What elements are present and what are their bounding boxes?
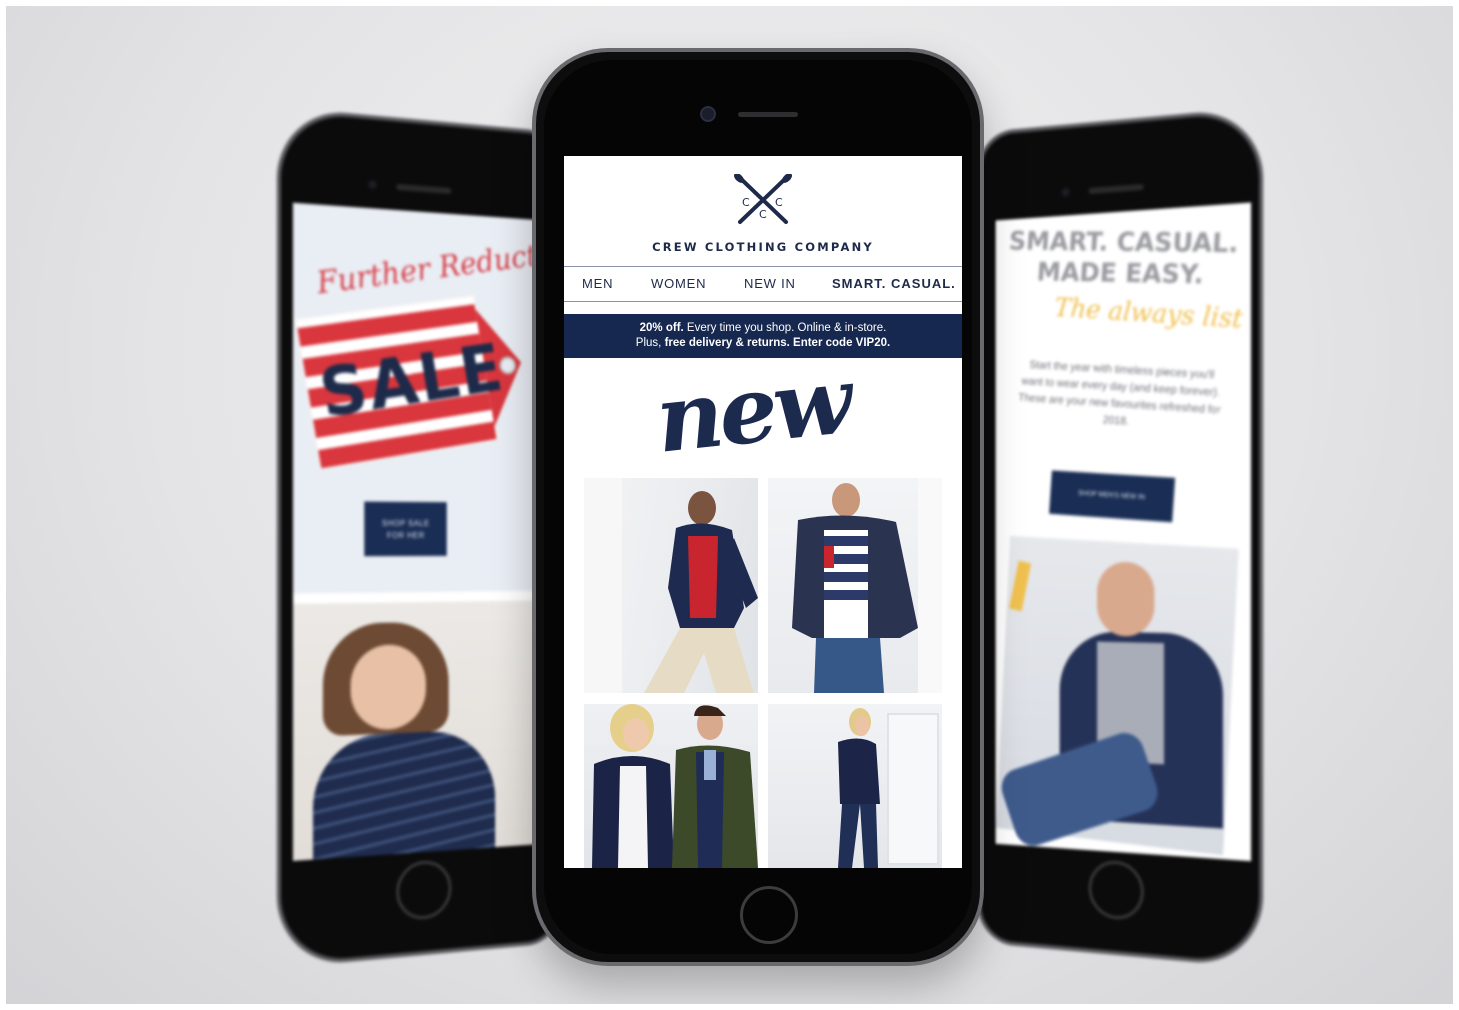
heading-line-1: SMART. CASUAL. — [1008, 226, 1240, 260]
logo-letter-c: C — [742, 196, 750, 209]
left-phone-screen: Further Reductions SALE SHOP SALE FOR HE… — [292, 202, 549, 861]
earpiece-speaker — [396, 183, 452, 195]
right-phone-mockup: SMART. CASUAL. MADE EASY. The always lis… — [977, 106, 1264, 969]
nav-smart-casual[interactable]: SMART. CASUAL. — [832, 267, 956, 301]
smart-casual-heading: SMART. CASUAL. MADE EASY. — [996, 227, 1251, 293]
shop-sale-for-her-button[interactable]: SHOP SALE FOR HER — [364, 501, 447, 557]
earpiece-speaker — [738, 112, 798, 117]
product-tile-couple-outerwear[interactable] — [584, 704, 758, 868]
sale-banner: Further Reductions SALE SHOP SALE FOR HE… — [292, 202, 549, 594]
left-phone-mockup: Further Reductions SALE SHOP SALE FOR HE… — [276, 106, 563, 969]
nav-new-in[interactable]: NEW IN — [744, 267, 796, 301]
center-phone-mockup: C C C CREW CLOTHING COMPANY MEN WOMEN NE… — [532, 48, 984, 966]
always-list-script: The always list — [1053, 293, 1245, 335]
home-button — [396, 859, 452, 922]
nav-men[interactable]: MEN — [582, 267, 613, 301]
shop-mens-new-in-button[interactable]: SHOP MEN'S NEW IN — [1049, 470, 1176, 523]
home-button — [1088, 859, 1144, 922]
sale-tag-graphic: SALE — [293, 290, 531, 471]
front-camera-icon — [368, 179, 377, 190]
earpiece-speaker — [1088, 183, 1144, 195]
product-tile-men-puffer-jacket[interactable] — [768, 478, 942, 693]
brand-name: CREW CLOTHING COMPANY — [652, 240, 874, 254]
home-button[interactable] — [740, 886, 798, 944]
product-tile-women-puffer[interactable] — [768, 704, 942, 868]
promo-banner[interactable]: 20% off. Every time you shop. Online & i… — [564, 314, 962, 358]
intro-paragraph: Start the year with timeless pieces you'… — [1017, 359, 1222, 428]
logo-letter-c: C — [775, 196, 783, 209]
heading-line-2: MADE EASY. — [1036, 257, 1205, 291]
front-camera-icon — [700, 106, 716, 122]
shop-sale-button-line1: SHOP SALE — [381, 518, 430, 529]
promo-line-1: 20% off. Every time you shop. Online & i… — [639, 322, 887, 334]
further-reductions-heading: Further Reductions — [314, 231, 549, 302]
crossed-oars-logo-icon[interactable]: C C C — [732, 173, 794, 226]
product-tile-men-quilted-jacket[interactable] — [584, 478, 758, 693]
front-camera-icon — [1061, 187, 1070, 198]
promo-line-2: Plus, free delivery & returns. Enter cod… — [635, 337, 891, 349]
new-headline: new — [650, 346, 854, 474]
nav-women[interactable]: WOMEN — [651, 267, 706, 301]
right-phone-screen: SMART. CASUAL. MADE EASY. The always lis… — [995, 202, 1252, 862]
logo-letter-c: C — [759, 208, 767, 221]
shop-sale-button-line2: FOR HER — [386, 530, 425, 541]
email-screen: C C C CREW CLOTHING COMPANY MEN WOMEN NE… — [564, 156, 962, 868]
email-nav: MEN WOMEN NEW IN SMART. CASUAL. — [564, 266, 962, 302]
